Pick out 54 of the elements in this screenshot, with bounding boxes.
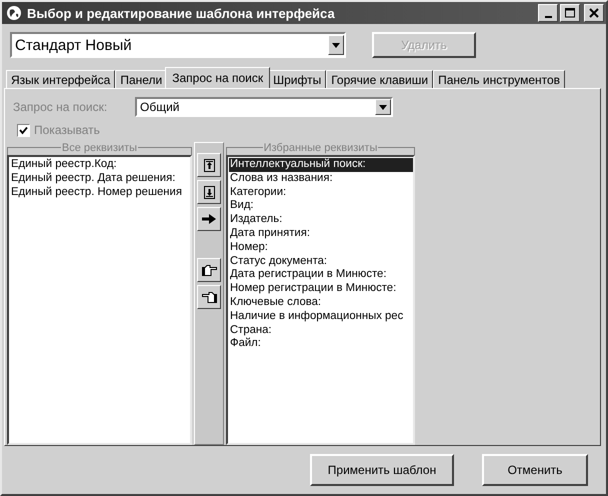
maximize-icon <box>565 8 575 18</box>
add-button[interactable] <box>197 207 221 231</box>
list-item[interactable]: Наличие в информационных рес <box>229 310 413 324</box>
list-item[interactable]: Дата принятия: <box>229 226 413 241</box>
show-checkbox[interactable] <box>17 124 30 136</box>
list-item[interactable]: Номер: <box>229 240 413 255</box>
tab[interactable]: Шрифты <box>268 70 326 88</box>
move-up-button[interactable] <box>197 153 221 177</box>
hand-right-button[interactable] <box>197 258 221 282</box>
tab[interactable]: Панели <box>115 70 168 88</box>
list-item[interactable]: Номер регистрации в Минюсте: <box>229 282 413 296</box>
list-item[interactable]: Ключевые слова: <box>229 296 413 310</box>
minimize-button[interactable] <box>538 4 558 22</box>
query-label: Запрос на поиск: <box>13 100 108 114</box>
tab[interactable]: Горячие клавиши <box>326 70 434 88</box>
tab[interactable]: Запрос на поиск <box>165 67 270 88</box>
move-down-icon <box>204 186 214 198</box>
list-item[interactable]: Страна: <box>229 324 413 338</box>
close-button[interactable] <box>584 4 604 22</box>
hand-left-button[interactable] <box>197 285 221 309</box>
window-title: Выбор и редактирование шаблона интерфейса <box>27 6 336 20</box>
list-item[interactable]: Интеллектуальный поиск: <box>229 158 413 172</box>
right-arrow-icon <box>202 214 216 224</box>
tab[interactable]: Панель инструментов <box>433 70 566 88</box>
cancel-button[interactable]: Отменить <box>482 454 588 486</box>
list-item[interactable]: Единый реестр.Код: <box>10 158 190 172</box>
dropdown-arrow-icon <box>379 104 387 110</box>
list-item[interactable]: Статус документа: <box>229 254 413 268</box>
query-dropdown[interactable]: Общий <box>135 97 393 117</box>
apply-template-button[interactable]: Применить шаблон <box>310 454 454 486</box>
chosen-fields-list[interactable] <box>226 155 415 445</box>
group-title: Все реквизиты <box>60 142 138 154</box>
close-icon <box>589 8 599 18</box>
template-dropdown[interactable]: Стандарт Новый <box>10 32 346 58</box>
globe-icon <box>6 5 22 21</box>
dropdown-arrow-icon <box>332 42 340 48</box>
list-item[interactable]: Слова из названия: <box>229 172 413 186</box>
minimize-icon <box>544 16 552 18</box>
list-item[interactable]: Вид: <box>229 199 413 214</box>
maximize-button[interactable] <box>560 4 580 22</box>
list-item[interactable]: Дата регистрации в Минюсте: <box>229 268 413 282</box>
list-item[interactable]: Издатель: <box>229 213 413 227</box>
list-item[interactable]: Единый реестр. Дата решения: <box>10 172 190 186</box>
show-label: Показывать <box>34 123 100 137</box>
hand-left-icon <box>202 292 216 302</box>
move-down-button[interactable] <box>197 180 221 204</box>
list-item[interactable]: Категории: <box>229 186 413 200</box>
list-item[interactable]: Единый реестр. Номер решения <box>10 186 190 200</box>
hand-right-icon <box>202 264 216 276</box>
list-item[interactable]: Файл: <box>229 337 413 352</box>
move-up-icon <box>204 158 214 172</box>
group-title: Избранные реквизиты <box>262 142 378 154</box>
tab[interactable]: Язык интерфейса <box>6 70 116 88</box>
all-fields-list[interactable]: Единый реестр.Код: Единый реестр. Дата решения: Единый реестр. Номер решения <box>7 155 192 445</box>
